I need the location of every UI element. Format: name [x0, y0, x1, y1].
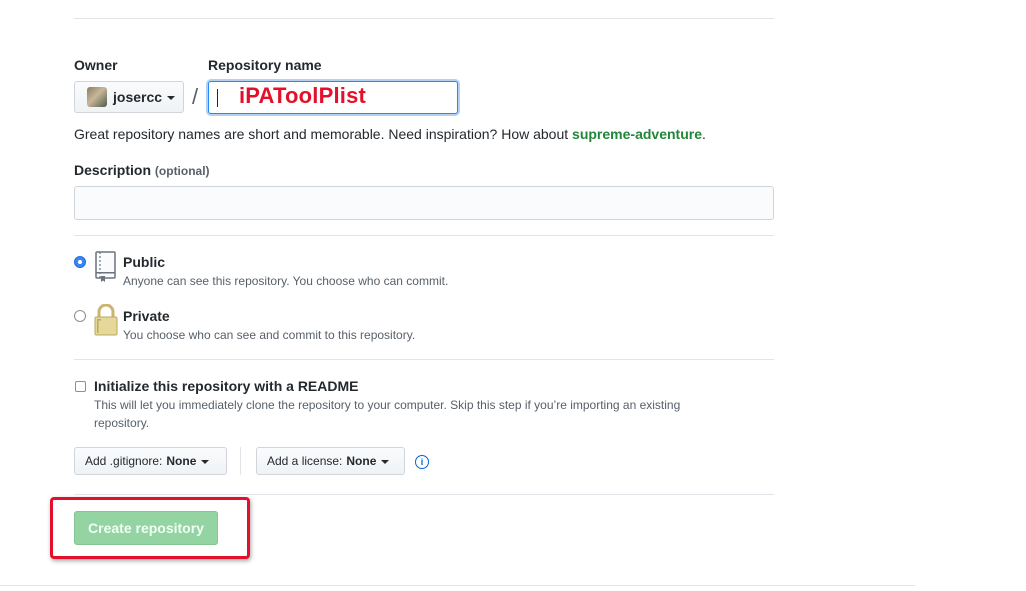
private-radio[interactable]	[74, 310, 86, 322]
repo-book-icon	[95, 251, 116, 282]
private-desc: You choose who can see and commit to thi…	[123, 328, 416, 342]
public-desc: Anyone can see this repository. You choo…	[123, 274, 449, 288]
info-icon[interactable]: i	[415, 455, 429, 469]
description-label-row: Description (optional)	[74, 162, 210, 178]
chevron-down-icon	[381, 460, 390, 464]
lock-icon	[94, 304, 118, 336]
hint-text: Great repository names are short and mem…	[74, 126, 573, 142]
divider-readme	[74, 359, 774, 360]
text-cursor	[217, 89, 218, 107]
public-title: Public	[123, 254, 166, 270]
license-dropdown[interactable]: Add a license: None	[256, 447, 405, 475]
owner-label: Owner	[74, 57, 118, 73]
readme-desc-line2: repository.	[94, 416, 150, 430]
owner-dropdown[interactable]: josercc	[74, 81, 184, 113]
description-label: Description	[74, 162, 152, 178]
owner-username: josercc	[113, 89, 163, 105]
license-value: None	[346, 454, 377, 468]
repo-name-input[interactable]: iPAToolPlist	[208, 81, 458, 114]
repo-name-label: Repository name	[208, 57, 322, 73]
dropdown-separator	[240, 447, 241, 475]
readme-desc-line1: This will let you immediately clone the …	[94, 398, 681, 412]
readme-checkbox[interactable]	[75, 381, 86, 392]
avatar	[87, 87, 107, 107]
owner-repo-separator: /	[192, 84, 199, 109]
chevron-down-icon	[167, 96, 176, 100]
license-label: Add a license:	[267, 454, 343, 468]
gitignore-label: Add .gitignore:	[85, 454, 163, 468]
divider-create	[74, 494, 774, 495]
chevron-down-icon	[201, 460, 210, 464]
private-title: Private	[123, 308, 170, 324]
description-optional: (optional)	[154, 164, 210, 178]
repo-name-hint: Great repository names are short and mem…	[74, 126, 706, 142]
divider-visibility	[74, 235, 774, 236]
annotation-highlight-box	[50, 497, 250, 559]
gitignore-dropdown[interactable]: Add .gitignore: None	[74, 447, 227, 475]
annotation-repo-name: iPAToolPlist	[239, 83, 367, 108]
readme-title: Initialize this repository with a README	[94, 378, 359, 394]
bottom-divider	[0, 585, 915, 586]
description-input[interactable]	[74, 186, 774, 220]
suggestion-link[interactable]: supreme-adventure	[572, 126, 702, 142]
hint-suffix: .	[701, 126, 706, 142]
public-radio[interactable]	[74, 256, 86, 268]
top-divider	[74, 18, 774, 19]
gitignore-value: None	[166, 454, 197, 468]
